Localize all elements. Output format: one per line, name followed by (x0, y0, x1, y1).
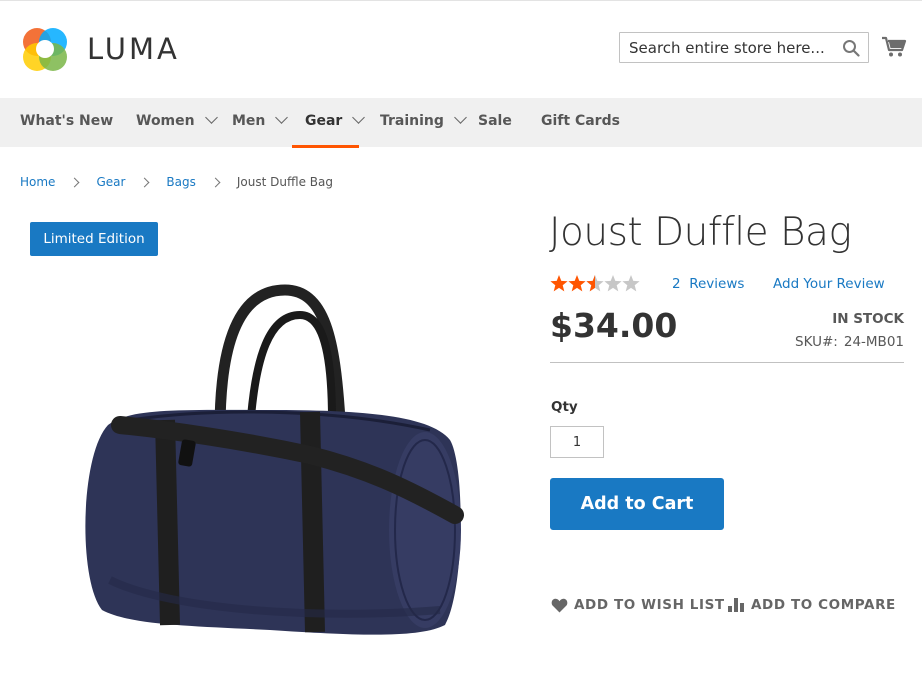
main-navigation: What's New Women Men Gear Training Sale … (0, 98, 922, 147)
limited-edition-badge: Limited Edition (30, 222, 158, 256)
chevron-right-icon (210, 177, 221, 187)
search-icon[interactable] (842, 39, 860, 57)
nav-item-women[interactable]: Women (136, 98, 218, 147)
nav-label: Sale (478, 113, 512, 129)
sku-label: SKU#: (795, 334, 838, 350)
store-logo[interactable]: LUMA (20, 23, 180, 75)
heart-icon (551, 598, 568, 612)
star-icon (568, 275, 586, 292)
star-icon (550, 275, 568, 292)
reviews-word: Reviews (689, 276, 745, 292)
chevron-right-icon (139, 177, 150, 187)
nav-item-men[interactable]: Men (232, 98, 289, 147)
reviews-link[interactable]: 2 Reviews (672, 276, 744, 292)
nav-item-sale[interactable]: Sale (478, 98, 512, 147)
chevron-down-icon (352, 111, 366, 124)
add-to-wish-list-button[interactable]: ADD TO WISH LIST (551, 595, 725, 615)
nav-item-gear[interactable]: Gear (305, 98, 366, 147)
sku: SKU#: 24-MB01 (795, 334, 904, 350)
product-price: $34.00 (550, 306, 678, 345)
active-nav-indicator (292, 145, 359, 148)
nav-label: Gear (305, 113, 343, 129)
search-box (619, 32, 869, 63)
chevron-down-icon (204, 111, 218, 124)
qty-label: Qty (551, 399, 578, 415)
nav-label: Women (136, 113, 195, 129)
nav-item-training[interactable]: Training (380, 98, 467, 147)
chevron-down-icon (454, 111, 467, 124)
add-to-compare-button[interactable]: ADD TO COMPARE (728, 595, 896, 615)
breadcrumb-gear[interactable]: Gear (96, 175, 125, 189)
luma-logo-icon (23, 27, 67, 71)
price-divider (550, 362, 904, 363)
breadcrumb-bags[interactable]: Bags (166, 175, 195, 189)
star-icon (622, 275, 640, 292)
product-title: Joust Duffle Bag (549, 210, 852, 255)
stock-status: IN STOCK (832, 311, 904, 327)
wish-list-label: ADD TO WISH LIST (574, 597, 725, 613)
nav-item-whats-new[interactable]: What's New (20, 98, 113, 147)
page-header: LUMA (0, 1, 922, 98)
nav-label: Training (380, 113, 444, 129)
reviews-count: 2 (672, 276, 681, 292)
product-image[interactable] (70, 280, 480, 640)
compare-icon (728, 598, 744, 612)
sku-value: 24-MB01 (843, 334, 904, 350)
qty-input[interactable] (550, 426, 604, 458)
cart-icon[interactable] (881, 35, 907, 59)
nav-label: What's New (20, 113, 114, 129)
breadcrumb: Home Gear Bags Joust Duffle Bag (20, 172, 333, 192)
chevron-right-icon (69, 177, 80, 187)
breadcrumb-home[interactable]: Home (20, 175, 55, 189)
nav-item-gift-cards[interactable]: Gift Cards (541, 98, 620, 147)
breadcrumb-current: Joust Duffle Bag (236, 175, 333, 189)
star-icon (604, 275, 622, 292)
add-review-link[interactable]: Add Your Review (773, 276, 885, 292)
logo-text: LUMA (87, 32, 180, 66)
add-to-cart-button[interactable]: Add to Cart (550, 478, 724, 530)
rating-stars (550, 275, 640, 292)
nav-label: Men (232, 113, 266, 129)
nav-label: Gift Cards (541, 113, 620, 129)
compare-label: ADD TO COMPARE (751, 597, 896, 613)
chevron-down-icon (275, 111, 289, 124)
search-input[interactable] (620, 33, 835, 62)
